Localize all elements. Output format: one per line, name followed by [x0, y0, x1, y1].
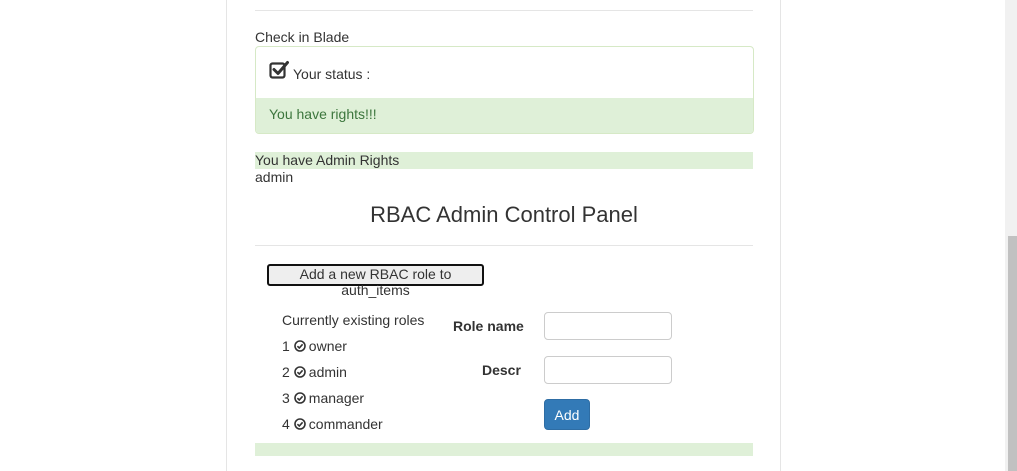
- roles-heading: Currently existing roles: [282, 312, 425, 328]
- descr-input[interactable]: [544, 356, 672, 384]
- role-item: 4 commander: [282, 416, 383, 432]
- admin-rights-banner: You have Admin Rights: [255, 152, 753, 169]
- role-name-input[interactable]: [544, 312, 672, 340]
- role-item: 2 admin: [282, 364, 347, 380]
- check-circle-icon: [293, 366, 306, 378]
- role-number: 3: [282, 390, 290, 406]
- status-panel: Your status : You have rights!!!: [255, 46, 754, 134]
- add-role-toggle-button[interactable]: Add a new RBAC role to auth_items: [267, 264, 484, 298]
- title-divider: [255, 245, 753, 246]
- role-item: 3 manager: [282, 390, 364, 406]
- role-number: 4: [282, 416, 290, 432]
- role-name: admin: [308, 364, 347, 380]
- status-panel-heading: Your status :: [256, 47, 753, 98]
- username-text: admin: [255, 169, 294, 185]
- role-name-label: Role name: [453, 318, 524, 334]
- role-name: manager: [308, 390, 365, 406]
- check-circle-icon: [293, 392, 306, 404]
- blade-check-label: Check in Blade: [255, 29, 350, 45]
- status-message: You have rights!!!: [256, 98, 753, 133]
- check-circle-icon: [293, 340, 306, 352]
- check-circle-icon: [293, 418, 306, 430]
- role-name: owner: [308, 338, 347, 354]
- status-label: Your status :: [293, 66, 371, 82]
- checked-checkbox-icon: [269, 61, 289, 79]
- role-name: commander: [308, 416, 383, 432]
- role-item: 1 owner: [282, 338, 347, 354]
- form-footer-band: [255, 443, 753, 456]
- top-divider: [255, 10, 753, 11]
- role-number: 1: [282, 338, 290, 354]
- role-number: 2: [282, 364, 290, 380]
- descr-label: Descr: [482, 362, 521, 378]
- page-scrollbar-thumb[interactable]: [1008, 236, 1017, 471]
- page-title: RBAC Admin Control Panel: [370, 202, 638, 227]
- add-role-submit-button[interactable]: Add: [544, 399, 590, 430]
- main-container: Check in Blade Your status : You have ri…: [226, 0, 781, 471]
